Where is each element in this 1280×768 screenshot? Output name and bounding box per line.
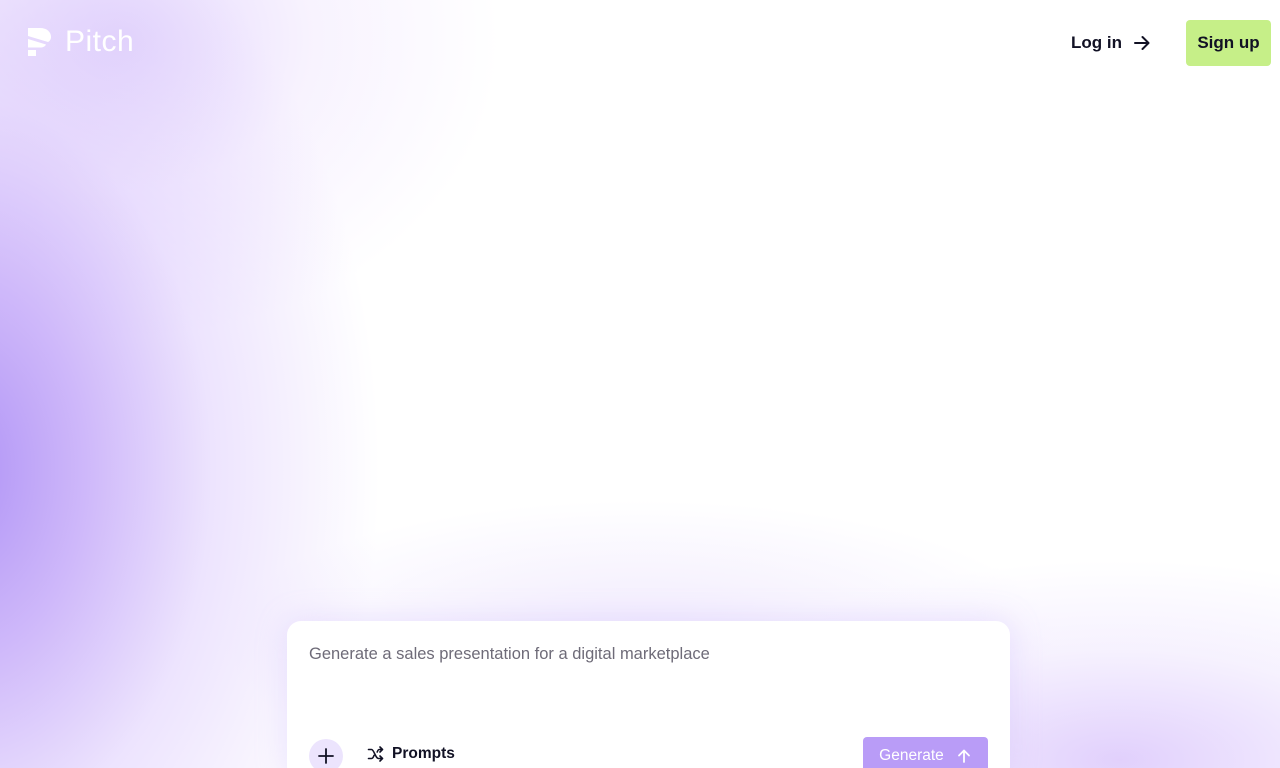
login-link[interactable]: Log in [1071,33,1152,53]
prompts-button[interactable]: Prompts [367,745,455,763]
signup-label: Sign up [1197,33,1260,52]
signup-button[interactable]: Sign up [1186,20,1271,66]
logo[interactable]: Pitch [25,26,134,58]
shuffle-icon [367,746,384,762]
header-actions: Log in Sign up [1071,20,1271,66]
arrow-up-icon [957,749,970,763]
generate-button[interactable]: Generate [863,737,988,768]
prompt-card: Generate a sales presentation for a digi… [287,621,1010,768]
brand-name: Pitch [65,25,135,58]
pitch-logo-icon [28,28,51,56]
prompts-label: Prompts [392,745,455,762]
add-attachment-button[interactable] [309,739,343,768]
login-label: Log in [1071,33,1122,52]
arrow-right-icon [1134,36,1150,50]
generate-label: Generate [879,747,944,764]
plus-icon [318,748,334,764]
prompt-input[interactable]: Generate a sales presentation for a digi… [309,645,710,664]
